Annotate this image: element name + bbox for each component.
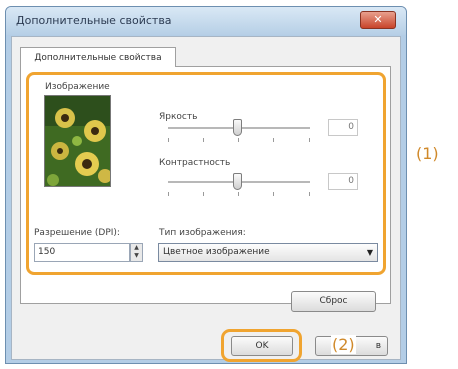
- image-section-label: Изображение: [45, 82, 110, 92]
- image-type-label: Тип изображения:: [159, 228, 246, 238]
- callout-2: (2): [331, 335, 356, 354]
- contrast-value-field[interactable]: 0: [328, 173, 358, 190]
- spin-up-icon[interactable]: ▲: [131, 244, 142, 252]
- window-title: Дополнительные свойства: [16, 14, 172, 27]
- brightness-label: Яркость: [159, 112, 198, 122]
- spin-down-icon[interactable]: ▼: [131, 252, 142, 260]
- brightness-slider-thumb[interactable]: [233, 119, 242, 136]
- image-type-selected: Цветное изображение: [163, 247, 270, 257]
- contrast-label: Контрастность: [159, 158, 231, 168]
- image-type-select[interactable]: Цветное изображение ▼: [158, 243, 378, 262]
- brightness-value-field[interactable]: 0: [328, 119, 358, 136]
- resolution-spinner[interactable]: ▲ ▼: [130, 243, 143, 262]
- title-bar[interactable]: Дополнительные свойства ✕: [6, 7, 406, 35]
- reset-button[interactable]: Сброс: [291, 291, 376, 312]
- brightness-ticks: [168, 138, 310, 143]
- resolution-input[interactable]: 150: [34, 243, 130, 262]
- chevron-down-icon: ▼: [366, 248, 373, 257]
- contrast-ticks: [168, 192, 310, 197]
- callout-1: (1): [416, 144, 439, 163]
- contrast-slider-thumb[interactable]: [233, 173, 242, 190]
- tab-additional-properties[interactable]: Дополнительные свойства: [20, 47, 176, 67]
- close-button[interactable]: ✕: [360, 11, 396, 29]
- resolution-label: Разрешение (DPI):: [34, 228, 120, 238]
- ok-button[interactable]: OK: [231, 336, 293, 356]
- flowers-preview-image: [45, 96, 110, 186]
- image-preview: [44, 95, 111, 187]
